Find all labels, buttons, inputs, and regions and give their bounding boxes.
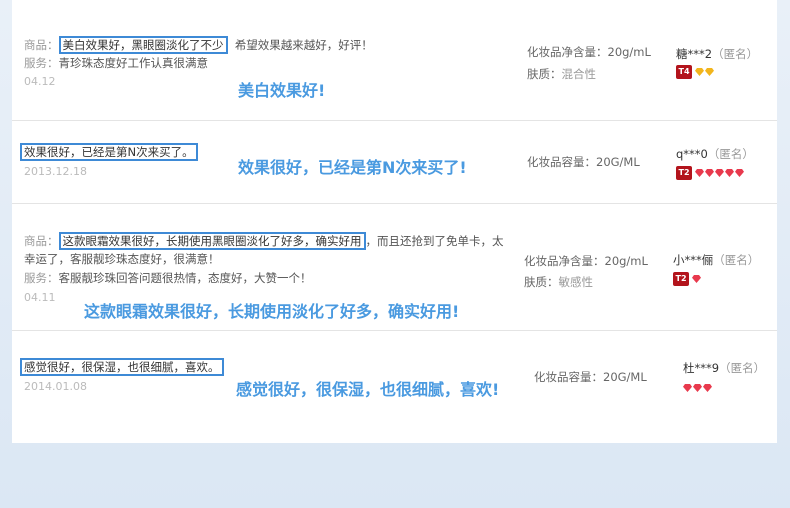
reviews-panel: 商品： 美白效果好，黑眼圈淡化了不少 希望效果越来越好，好评！ 服务：青珍珠态度好… (12, 0, 777, 443)
review-annotation: 这款眼霜效果很好，长期使用淡化了好多，确实好用! (84, 302, 460, 321)
review-item: 商品： 美白效果好，黑眼圈淡化了不少 希望效果越来越好，好评！ 服务：青珍珠态度好… (12, 0, 777, 120)
review-item: 感觉很好，很保湿，也很细腻，喜欢。 2014.01.08 感觉很好，很保湿，也很… (12, 331, 777, 443)
reviewer-badges (683, 381, 712, 395)
credit-gem-icon (703, 384, 712, 392)
review-annotation: 感觉很好，很保湿，也很细腻，喜欢! (236, 380, 500, 399)
product-attribute: 化妆品容量：20G/ML (527, 155, 640, 169)
review-date: 04.11 (24, 291, 56, 304)
product-label: 商品： (24, 234, 59, 248)
review-annotation: 效果很好，已经是第N次来买了! (238, 158, 467, 177)
review-highlight: 这款眼霜效果很好，长期使用黑眼圈淡化了好多，确实好用 (58, 232, 366, 250)
product-attribute: 化妆品容量：20G/ML (534, 370, 647, 384)
level-badge-icon: T4 (676, 65, 692, 79)
service-label: 服务： (24, 56, 59, 70)
service-text: 青珍珠态度好工作认真很满意 (58, 56, 209, 70)
review-product-line-cont: 幸运了，客服靓珍珠态度好，很满意！ (24, 252, 220, 266)
reviewer-badges: T2 (673, 272, 701, 286)
credit-gem-icon (715, 169, 724, 177)
credit-gem-icon (695, 169, 704, 177)
anonymous-tag: （匿名） (719, 361, 766, 375)
product-label: 商品： (24, 38, 59, 52)
review-highlight: 效果很好，已经是第N次来买了。 (20, 143, 198, 161)
review-product-line: 商品： 美白效果好，黑眼圈淡化了不少 希望效果越来越好，好评！ (24, 36, 373, 54)
reviewer-nickname[interactable]: q***0 (676, 147, 708, 161)
credit-gem-icon (692, 275, 701, 283)
review-service-line: 服务：青珍珠态度好工作认真很满意 (24, 55, 208, 71)
credit-gem-icon (693, 384, 702, 392)
skin-type-attribute: 肤质：混合性 (527, 66, 596, 82)
anonymous-tag: （匿名） (713, 253, 760, 267)
credit-gem-icon (735, 169, 744, 177)
review-product-line: 感觉很好，很保湿，也很细腻，喜欢。 (20, 358, 224, 376)
review-date: 2014.01.08 (24, 380, 87, 393)
review-service-line: 服务：客服靓珍珠回答问题很热情，态度好，大赞一个！ (24, 270, 312, 286)
review-text: ，而且还抢到了免单卡，太 (365, 234, 504, 248)
credit-gem-icon (683, 384, 692, 392)
credit-gem-icon (705, 68, 714, 76)
skin-type-value: 敏感性 (558, 275, 594, 289)
skin-type-label: 肤质： (527, 67, 562, 81)
review-date: 2013.12.18 (24, 165, 87, 178)
skin-type-label: 肤质： (524, 275, 559, 289)
review-date: 04.12 (24, 75, 56, 88)
review-highlight: 美白效果好，黑眼圈淡化了不少 (58, 36, 228, 54)
reviewer-nickname[interactable]: 糖***2 (676, 47, 712, 61)
reviewer-badges: T4 (676, 65, 714, 79)
review-annotation: 美白效果好! (238, 81, 326, 100)
level-badge-icon: T2 (676, 166, 692, 180)
skin-type-value: 混合性 (561, 67, 597, 81)
review-highlight: 感觉很好，很保湿，也很细腻，喜欢。 (20, 358, 224, 376)
level-badge-icon: T2 (673, 272, 689, 286)
reviewer-nickname[interactable]: 杜***9 (683, 361, 719, 375)
review-item: 商品： 这款眼霜效果很好，长期使用黑眼圈淡化了好多，确实好用 ，而且还抢到了免单卡，… (12, 204, 777, 330)
service-label: 服务： (24, 271, 59, 285)
credit-gem-icon (705, 169, 714, 177)
product-attribute: 化妆品净含量：20g/mL (527, 45, 651, 59)
review-product-line: 商品： 这款眼霜效果很好，长期使用黑眼圈淡化了好多，确实好用 ，而且还抢到了免单卡，… (24, 232, 504, 250)
credit-gem-icon (695, 68, 704, 76)
reviewer-name[interactable]: q***0（匿名） (676, 146, 754, 162)
review-product-line: 效果很好，已经是第N次来买了。 (20, 143, 198, 161)
service-text: 客服靓珍珠回答问题很热情，态度好，大赞一个！ (58, 271, 312, 285)
review-item: 效果很好，已经是第N次来买了。 2013.12.18 效果很好，已经是第N次来买… (12, 121, 777, 203)
reviewer-name[interactable]: 糖***2（匿名） (676, 46, 758, 62)
reviewer-badges: T2 (676, 166, 744, 180)
anonymous-tag: （匿名） (712, 47, 759, 61)
product-attribute: 化妆品净含量：20g/mL (524, 254, 648, 268)
reviewer-name[interactable]: 杜***9（匿名） (683, 360, 765, 376)
anonymous-tag: （匿名） (707, 147, 754, 161)
reviewer-nickname[interactable]: 小***俪 (673, 253, 713, 267)
credit-gem-icon (725, 169, 734, 177)
skin-type-attribute: 肤质：敏感性 (524, 274, 593, 290)
reviewer-name[interactable]: 小***俪（匿名） (673, 252, 759, 268)
review-text: 希望效果越来越好，好评！ (234, 38, 373, 52)
